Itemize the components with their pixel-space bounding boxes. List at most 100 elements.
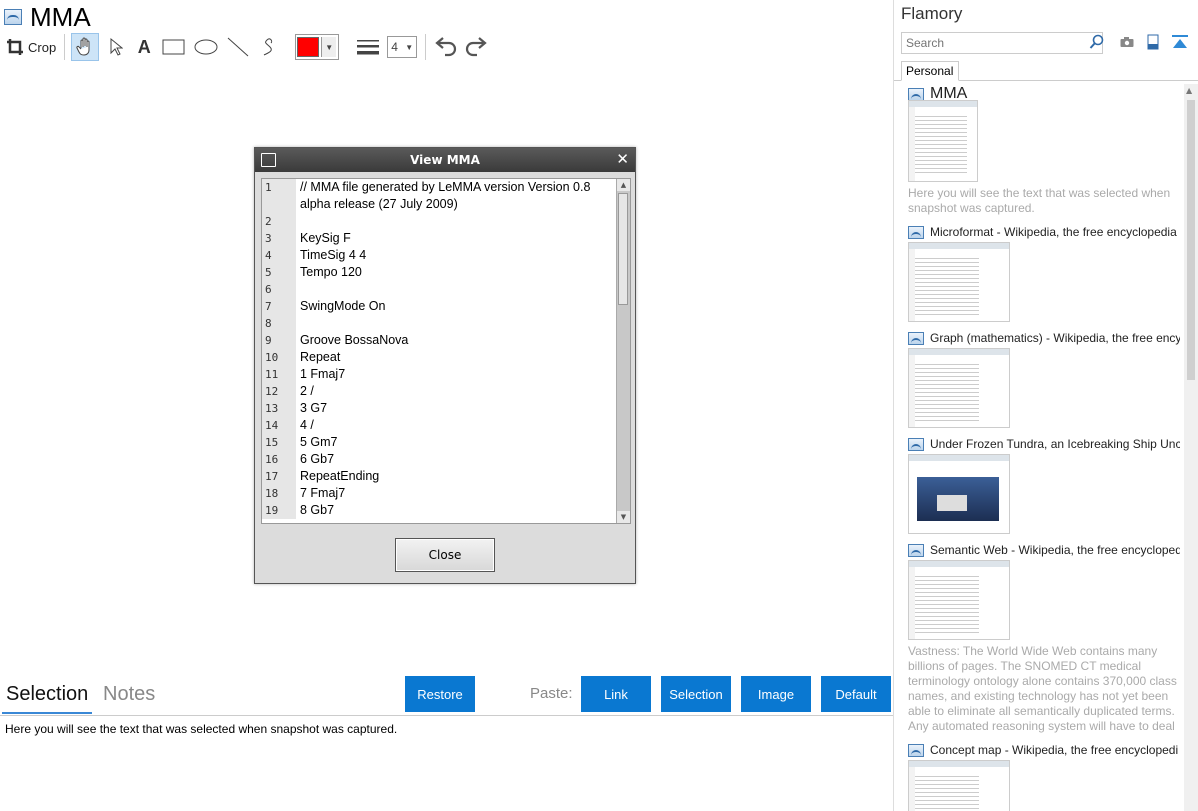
text-tool-icon: A	[137, 36, 151, 57]
code-text: 4 /	[300, 418, 314, 432]
paste-image-button[interactable]: Image	[741, 676, 811, 712]
pointer-icon	[110, 37, 124, 56]
list-item[interactable]: MMA Here you will see the text that was …	[908, 86, 1180, 216]
snapshot-thumbnail	[908, 454, 1010, 534]
item-description: Here you will see the text that was sele…	[908, 186, 1171, 215]
close-icon[interactable]: ✕	[616, 150, 629, 168]
paste-link-button[interactable]: Link	[581, 676, 651, 712]
freehand-icon	[263, 38, 273, 56]
scroll-down-icon[interactable]: ▼	[617, 511, 630, 523]
color-picker[interactable]: ▼	[295, 34, 340, 60]
code-line: 8	[262, 315, 630, 332]
undo-button[interactable]	[432, 34, 458, 60]
scroll-thumb[interactable]	[618, 193, 628, 305]
paste-selection-button[interactable]: Selection	[661, 676, 731, 712]
code-line: 6	[262, 281, 630, 298]
collapse-top-icon[interactable]	[1171, 34, 1189, 50]
drawing-toolbar: Crop A ▼ 4 ▼	[6, 33, 496, 61]
ellipse-icon	[194, 39, 218, 55]
list-item[interactable]: Microformat - Wikipedia, the free encycl…	[908, 224, 1180, 322]
search-input[interactable]	[901, 32, 1103, 54]
sidebar-scrollbar[interactable]: ▲	[1184, 84, 1198, 811]
text-tool-button[interactable]: A	[133, 34, 155, 60]
line-tool-button[interactable]	[225, 34, 251, 60]
code-line: 5 Tempo 120	[262, 264, 630, 281]
redo-button[interactable]	[464, 34, 490, 60]
line-number: 19	[262, 502, 296, 519]
code-view[interactable]: 1// MMA file generated by LeMMA version …	[261, 178, 631, 524]
freehand-tool-button[interactable]	[257, 34, 283, 60]
hand-icon	[76, 37, 90, 56]
vertical-scrollbar[interactable]: ▲ ▼	[616, 179, 630, 523]
line-number: 7	[262, 298, 296, 315]
rectangle-tool-button[interactable]	[161, 34, 187, 60]
select-tool-button[interactable]	[105, 34, 127, 60]
snapshot-thumbnail	[908, 242, 1010, 322]
line-number: 5	[262, 264, 296, 281]
redo-icon	[466, 37, 487, 57]
line-number: 15	[262, 434, 296, 451]
line-number: 9	[262, 332, 296, 349]
page-icon	[908, 225, 924, 239]
document-icon[interactable]	[1145, 34, 1161, 50]
list-item[interactable]: Graph (mathematics) - Wikipedia, the fre…	[908, 330, 1180, 428]
toolbar-separator	[64, 34, 66, 60]
sidebar-title: Flamory	[901, 4, 963, 23]
tab-notes[interactable]: Notes	[103, 683, 155, 706]
line-icon	[227, 37, 249, 57]
page-icon	[4, 9, 22, 25]
camera-icon[interactable]	[1119, 34, 1135, 50]
code-line: 17 RepeatEnding	[262, 468, 630, 485]
code-line: 12 2 /	[262, 383, 630, 400]
item-title: Under Frozen Tundra, an Icebreaking Ship…	[930, 437, 1180, 451]
close-button[interactable]: Close	[395, 538, 495, 572]
line-number: 16	[262, 451, 296, 468]
page-icon	[908, 87, 924, 101]
code-text: Tempo 120	[300, 265, 362, 279]
restore-button[interactable]: Restore	[405, 676, 475, 712]
ellipse-tool-button[interactable]	[193, 34, 219, 60]
search-icon[interactable]	[1089, 34, 1105, 50]
main-pane: MMA Crop A ▼ 4 ▼ View MMA ✕ 1 // MMA fil…	[0, 0, 894, 811]
snapshot-thumbnail	[908, 100, 978, 182]
hand-tool-button[interactable]	[71, 33, 100, 61]
line-number: 12	[262, 383, 296, 400]
paste-default-button[interactable]: Default	[821, 676, 891, 712]
document-title: MMA	[30, 1, 91, 32]
line-number: 3	[262, 230, 296, 247]
list-item[interactable]: Concept map - Wikipedia, the free encycl…	[908, 742, 1180, 811]
line-width-select[interactable]: 4 ▼	[387, 34, 418, 60]
line-number: 18	[262, 485, 296, 502]
code-text: KeySig F	[300, 231, 351, 245]
crop-label: Crop	[28, 39, 57, 55]
code-text: Groove BossaNova	[300, 333, 409, 347]
line-number: 1	[262, 179, 296, 213]
window-icon	[261, 153, 276, 167]
flamory-sidebar: Flamory Personal MMA Here you will see t…	[894, 0, 1198, 811]
code-text: TimeSig 4 4	[300, 248, 367, 262]
document-header: MMA	[4, 2, 91, 32]
code-lines: 1// MMA file generated by LeMMA version …	[262, 179, 630, 519]
snapshot-thumbnail	[908, 348, 1010, 428]
item-title: Concept map - Wikipedia, the free encycl…	[930, 743, 1179, 757]
line-number: 2	[262, 213, 296, 230]
scroll-up-icon[interactable]: ▲	[1186, 86, 1192, 95]
crop-icon	[7, 39, 23, 55]
code-text: 7 Fmaj7	[300, 486, 346, 500]
dialog-titlebar: View MMA ✕	[255, 148, 635, 172]
tab-personal[interactable]: Personal	[901, 61, 959, 81]
scroll-thumb[interactable]	[1187, 100, 1195, 380]
rectangle-icon	[162, 39, 185, 55]
line-number: 11	[262, 366, 296, 383]
snapshot-list: MMA Here you will see the text that was …	[908, 86, 1180, 811]
tab-selection[interactable]: Selection	[2, 683, 93, 714]
list-item[interactable]: Under Frozen Tundra, an Icebreaking Ship…	[908, 436, 1180, 534]
code-line: 7 SwingMode On	[262, 298, 630, 315]
crop-button[interactable]: Crop	[6, 34, 56, 60]
list-item[interactable]: Semantic Web - Wikipedia, the free encyc…	[908, 542, 1180, 734]
scroll-up-icon[interactable]: ▲	[617, 179, 630, 191]
page-icon	[908, 437, 924, 451]
